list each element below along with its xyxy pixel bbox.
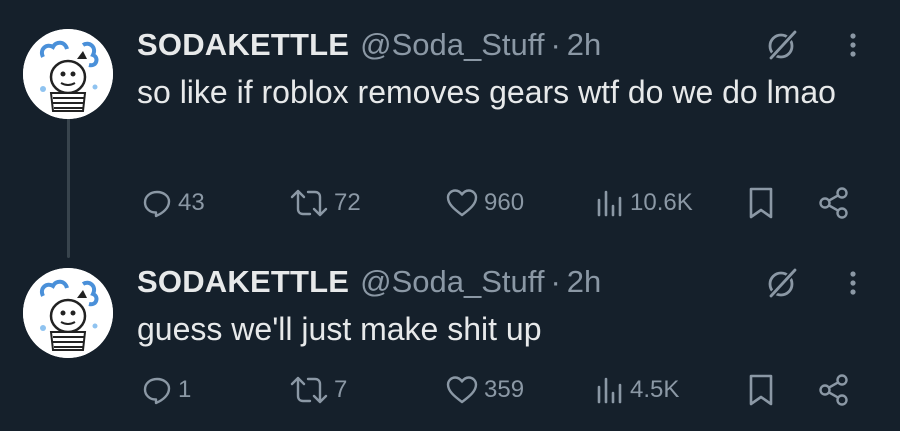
view-count: 4.5K: [630, 376, 680, 403]
avatar-image: [23, 268, 113, 358]
tweet-header: SODAKETTLE @Soda_Stuff · 2h: [137, 25, 601, 65]
view-count: 10.6K: [630, 189, 693, 216]
share-icon: [819, 187, 848, 219]
tweet[interactable]: SODAKETTLE @Soda_Stuff · 2h guess we'll …: [0, 250, 900, 431]
user-handle[interactable]: @Soda_Stuff: [360, 264, 544, 300]
retweet-button[interactable]: 72: [289, 183, 361, 223]
avatar[interactable]: [23, 29, 113, 119]
like-count: 359: [484, 376, 525, 403]
retweet-icon: [290, 376, 328, 404]
more-options-icon[interactable]: [843, 266, 863, 300]
separator-dot: ·: [550, 27, 561, 62]
like-button[interactable]: 359: [445, 370, 524, 410]
display-name[interactable]: SODAKETTLE: [137, 27, 349, 63]
action-bar: 1 7 359 4.5K: [0, 370, 900, 410]
views-icon: [597, 377, 622, 404]
tweet[interactable]: SODAKETTLE @Soda_Stuff · 2h so like if r…: [0, 0, 900, 250]
reply-icon: [143, 190, 171, 218]
share-button[interactable]: [817, 370, 851, 410]
retweet-icon: [290, 189, 328, 217]
tweet-text: guess we'll just make shit up: [137, 311, 542, 347]
grok-icon[interactable]: [765, 266, 799, 300]
retweet-button[interactable]: 7: [289, 370, 347, 410]
bookmark-icon: [749, 187, 773, 219]
grok-icon[interactable]: [765, 28, 799, 62]
bookmark-icon: [749, 374, 773, 406]
reply-button[interactable]: 1: [141, 370, 191, 410]
like-icon: [446, 376, 478, 404]
reply-count: 1: [178, 376, 192, 403]
bookmark-button[interactable]: [746, 370, 776, 410]
user-handle[interactable]: @Soda_Stuff: [360, 27, 544, 63]
share-button[interactable]: [817, 183, 851, 223]
share-icon: [819, 374, 848, 406]
retweet-count: 7: [334, 376, 348, 403]
like-icon: [446, 189, 478, 217]
tweet-header: SODAKETTLE @Soda_Stuff · 2h: [137, 262, 601, 302]
retweet-count: 72: [334, 189, 361, 216]
reply-button[interactable]: 43: [141, 183, 205, 223]
like-count: 960: [484, 189, 525, 216]
bookmark-button[interactable]: [746, 183, 776, 223]
like-button[interactable]: 960: [445, 183, 524, 223]
timestamp[interactable]: 2h: [567, 27, 601, 63]
action-bar: 43 72 960 10.6K: [0, 183, 900, 223]
more-options-icon[interactable]: [843, 28, 863, 62]
views-button[interactable]: 10.6K: [595, 183, 693, 223]
tweet-text: so like if roblox removes gears wtf do w…: [137, 74, 836, 110]
avatar-image: [23, 29, 113, 119]
avatar[interactable]: [23, 268, 113, 358]
views-button[interactable]: 4.5K: [595, 370, 679, 410]
views-icon: [597, 190, 622, 217]
timestamp[interactable]: 2h: [567, 264, 601, 300]
display-name[interactable]: SODAKETTLE: [137, 264, 349, 300]
reply-count: 43: [178, 189, 205, 216]
separator-dot: ·: [550, 264, 561, 299]
reply-icon: [143, 377, 171, 405]
